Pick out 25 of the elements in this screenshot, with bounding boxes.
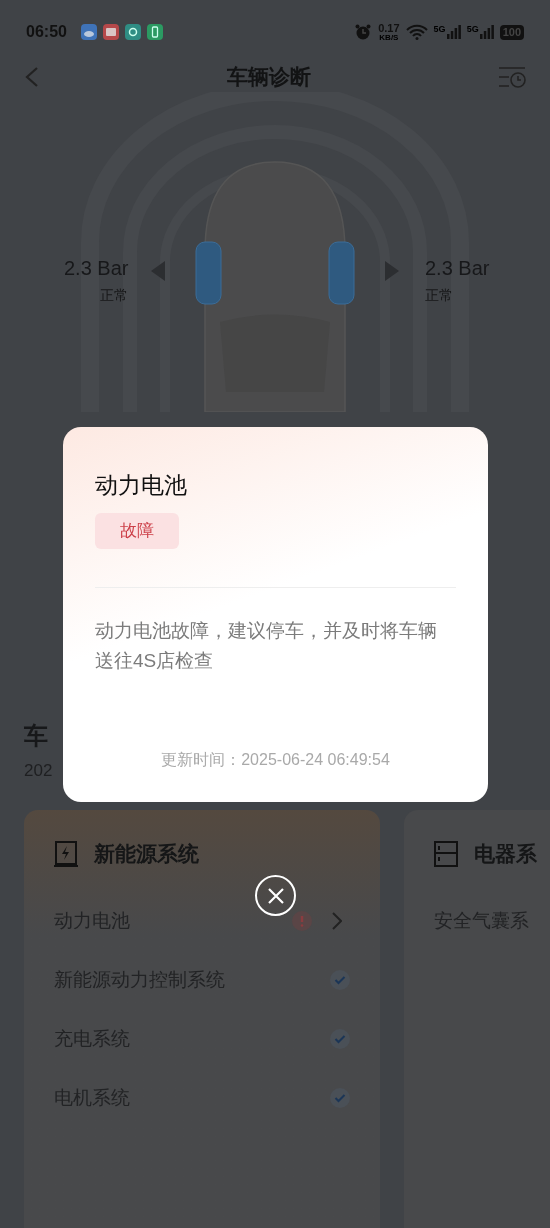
fault-badge: 故障 — [95, 513, 179, 549]
news-app-icon — [102, 24, 119, 40]
panel-icon — [434, 840, 458, 867]
signal-icon — [479, 25, 494, 39]
speed-unit: KB/S — [379, 33, 399, 42]
chat-app-icon — [124, 24, 141, 40]
chevron-right-icon[interactable] — [332, 912, 342, 930]
weather-app-icon — [80, 24, 97, 40]
battery-app-icon — [146, 24, 163, 40]
network-type: 5G — [466, 25, 479, 34]
back-icon[interactable] — [24, 66, 40, 88]
triangle-icon — [385, 261, 399, 281]
card-title: 新能源系统 — [94, 841, 199, 867]
alarm-icon — [354, 23, 373, 41]
dialog-message: 动力电池故障，建议停车，并及时将车辆送往4S店检查 — [95, 618, 438, 673]
triangle-icon — [151, 261, 165, 281]
signal-icon — [446, 25, 461, 39]
lightning-icon — [54, 840, 78, 867]
wifi-icon — [405, 24, 428, 40]
dialog-title: 动力电池 — [95, 471, 188, 500]
history-icon[interactable] — [498, 65, 526, 89]
close-button[interactable] — [255, 875, 296, 916]
update-time: 更新时间：2025-06-24 06:49:54 — [160, 750, 391, 770]
close-icon — [266, 886, 285, 905]
network-type: 5G — [433, 25, 446, 34]
